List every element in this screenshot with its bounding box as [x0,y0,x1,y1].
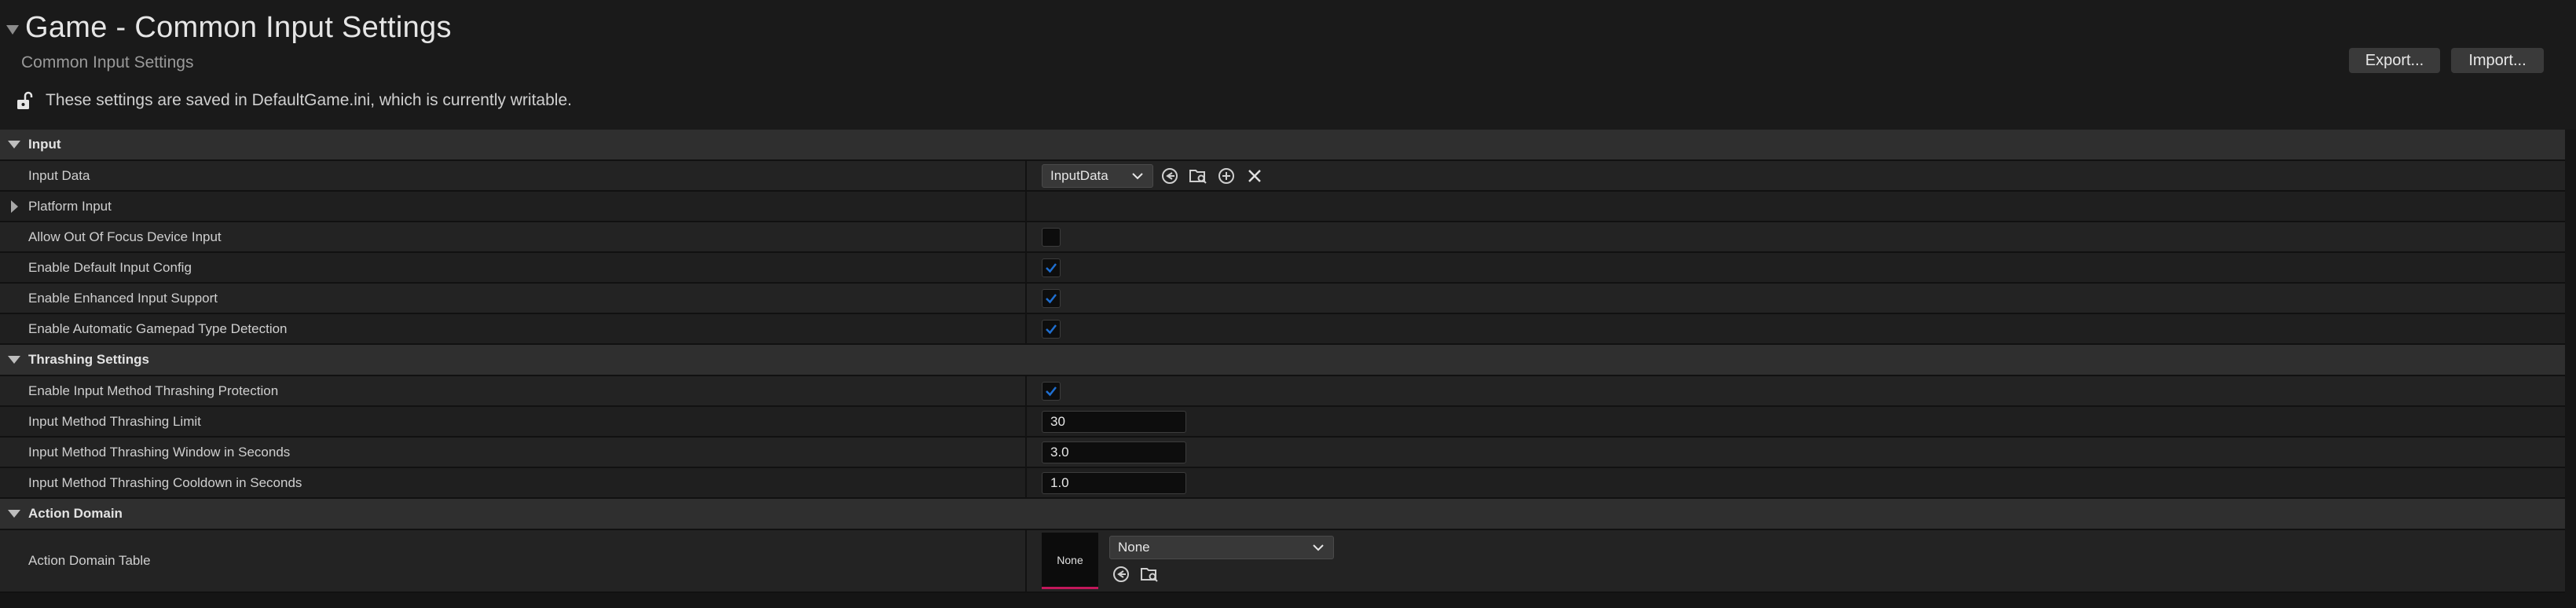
property-row-action-domain-table: Action Domain Table None None [0,530,2565,593]
property-row-enable-auto-gamepad: Enable Automatic Gamepad Type Detection [0,314,2565,345]
property-label: Platform Input [28,198,112,214]
property-label: Enable Default Input Config [28,259,192,275]
chevron-down-icon[interactable] [8,510,20,518]
writable-notice: These settings are saved in DefaultGame.… [16,91,572,110]
section-input[interactable]: Input [0,130,2565,161]
property-label: Action Domain Table [28,553,151,568]
browse-asset-button[interactable] [1186,164,1210,188]
collapse-arrow-icon[interactable] [6,24,19,35]
property-row-enable-default-input-config: Enable Default Input Config [0,253,2565,284]
enable-thrashing-protection-checkbox[interactable] [1042,381,1061,401]
notice-text: These settings are saved in DefaultGame.… [46,91,572,109]
property-row-thrashing-cooldown: Input Method Thrashing Cooldown in Secon… [0,468,2565,499]
property-row-input-data: Input Data InputData [0,161,2565,192]
column-splitter[interactable] [1025,253,1027,282]
column-splitter[interactable] [1025,530,1027,592]
column-splitter[interactable] [1025,284,1027,313]
property-label: Enable Input Method Thrashing Protection [28,383,279,398]
property-value: 1.0 [1042,471,1186,494]
thrashing-limit-input[interactable]: 30 [1042,410,1186,433]
action-domain-table-combo[interactable]: None [1109,536,1334,559]
property-value: None None [1042,533,1334,589]
property-value [1042,319,1061,339]
property-row-thrashing-window: Input Method Thrashing Window in Seconds… [0,438,2565,468]
column-splitter[interactable] [1025,407,1027,436]
property-label: Input Data [28,167,90,183]
lock-open-icon [17,91,33,109]
browse-asset-button[interactable] [1138,562,1161,586]
property-value [1042,227,1061,247]
chevron-down-icon[interactable] [8,356,20,364]
add-button[interactable] [1215,164,1238,188]
column-splitter[interactable] [1025,161,1027,190]
enable-auto-gamepad-checkbox[interactable] [1042,319,1061,339]
export-button[interactable]: Export... [2349,48,2440,73]
allow-out-of-focus-checkbox[interactable] [1042,227,1061,247]
property-value [1042,288,1061,308]
check-icon [1046,324,1057,334]
chevron-down-icon[interactable] [8,141,20,148]
property-label: Enable Automatic Gamepad Type Detection [28,320,288,336]
column-splitter[interactable] [1025,468,1027,497]
property-row-platform-input[interactable]: Platform Input [0,192,2565,222]
enable-default-input-config-checkbox[interactable] [1042,258,1061,277]
browse-to-icon [1162,167,1178,184]
property-value: InputData [1042,163,1266,188]
asset-picker: None [1109,536,1334,586]
property-label: Allow Out Of Focus Device Input [28,229,222,244]
section-label: Thrashing Settings [28,352,149,367]
settings-header: Game - Common Input Settings Common Inpu… [0,0,2576,130]
thrashing-window-input[interactable]: 3.0 [1042,441,1186,463]
section-thrashing-settings[interactable]: Thrashing Settings [0,345,2565,376]
asset-thumbnail[interactable]: None [1042,533,1098,589]
add-icon [1218,167,1234,184]
property-value: 30 [1042,410,1186,433]
check-icon [1046,386,1057,396]
clear-button[interactable] [1243,164,1266,188]
column-splitter[interactable] [1025,376,1027,405]
check-icon [1046,293,1057,303]
browse-asset-icon [1189,169,1207,184]
enable-enhanced-input-checkbox[interactable] [1042,288,1061,308]
details-panel: Input Input Data InputData Platform Inpu… [0,130,2565,593]
property-value [1042,381,1061,401]
column-splitter[interactable] [1025,438,1027,467]
asset-actions [1105,562,1334,586]
column-splitter[interactable] [1025,314,1027,343]
property-label: Input Method Thrashing Cooldown in Secon… [28,474,302,490]
property-label: Enable Enhanced Input Support [28,290,218,306]
title-row[interactable]: Game - Common Input Settings [6,11,452,45]
scrollbar[interactable] [2565,130,2576,608]
import-button[interactable]: Import... [2451,48,2544,73]
combo-value: None [1118,540,1150,555]
chevron-down-icon [1132,172,1143,179]
input-data-combo[interactable]: InputData [1042,163,1153,188]
property-row-enable-thrashing-protection: Enable Input Method Thrashing Protection [0,376,2565,407]
property-value [1042,258,1061,277]
property-row-thrashing-limit: Input Method Thrashing Limit 30 [0,407,2565,438]
page-subtitle: Common Input Settings [21,53,194,71]
chevron-down-icon [1313,544,1324,551]
combo-value: InputData [1050,167,1108,183]
column-splitter[interactable] [1025,192,1027,221]
chevron-right-icon[interactable] [11,200,18,213]
browse-asset-icon [1141,568,1158,582]
property-value: 3.0 [1042,441,1186,463]
check-icon [1046,262,1057,273]
section-action-domain[interactable]: Action Domain [0,499,2565,530]
browse-to-button[interactable] [1109,562,1133,586]
property-label: Input Method Thrashing Window in Seconds [28,444,291,460]
column-splitter[interactable] [1025,222,1027,251]
property-row-allow-out-of-focus: Allow Out Of Focus Device Input [0,222,2565,253]
page-title: Game - Common Input Settings [25,11,452,44]
clear-icon [1248,169,1261,182]
property-label: Input Method Thrashing Limit [28,413,201,429]
thrashing-cooldown-input[interactable]: 1.0 [1042,471,1186,494]
property-row-enable-enhanced-input: Enable Enhanced Input Support [0,284,2565,314]
browse-to-icon [1113,566,1129,582]
browse-to-button[interactable] [1158,164,1182,188]
section-label: Input [28,137,61,152]
section-label: Action Domain [28,506,123,521]
